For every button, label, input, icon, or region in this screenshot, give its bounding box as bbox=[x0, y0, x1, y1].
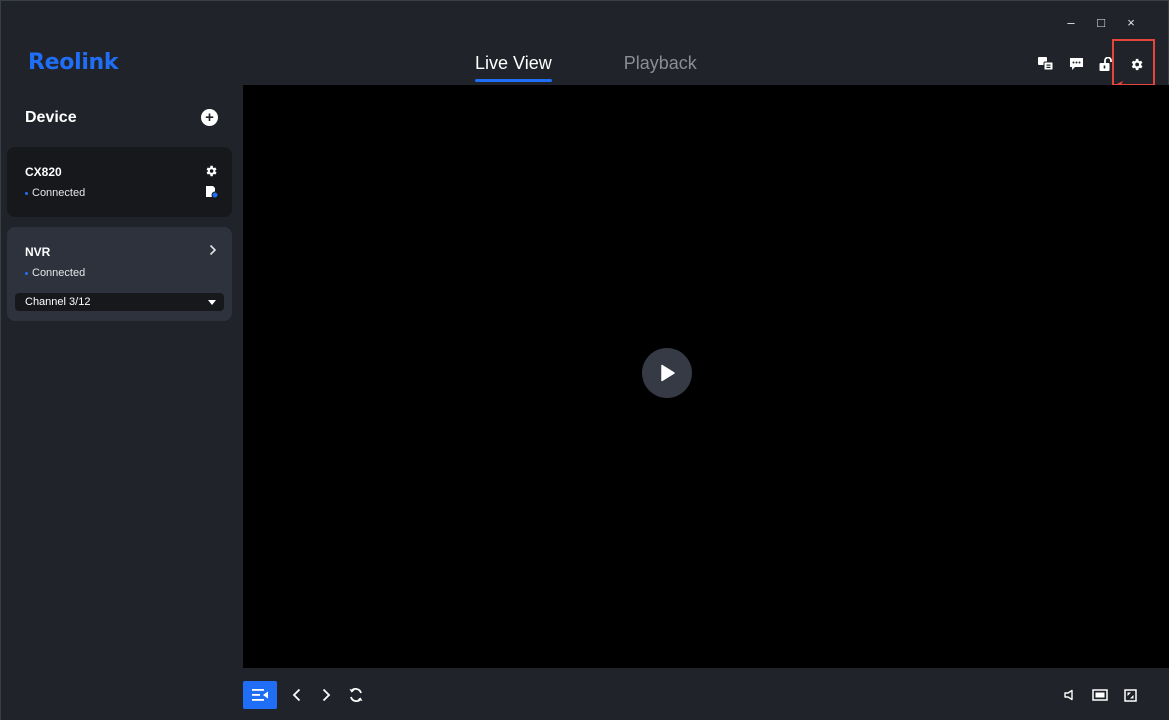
next-button[interactable] bbox=[312, 681, 340, 709]
main-tabs: Live View Playback bbox=[475, 53, 697, 83]
fullscreen-button[interactable] bbox=[1116, 681, 1144, 709]
tab-playback[interactable]: Playback bbox=[624, 53, 697, 83]
refresh-button[interactable] bbox=[342, 681, 370, 709]
device-status-label: Connected bbox=[32, 267, 86, 279]
toggle-list-button[interactable] bbox=[243, 681, 277, 709]
play-icon bbox=[661, 364, 675, 382]
status-dot-icon bbox=[25, 191, 28, 195]
refresh-icon bbox=[349, 688, 363, 702]
device-status: Connected bbox=[25, 187, 85, 199]
chevron-left-icon bbox=[292, 688, 301, 702]
close-button[interactable]: × bbox=[1116, 9, 1146, 35]
live-video-area[interactable] bbox=[243, 85, 1169, 668]
device-name: CX820 bbox=[25, 165, 62, 179]
list-collapse-icon bbox=[252, 689, 268, 701]
channel-select[interactable]: Channel 3/12 bbox=[15, 293, 224, 311]
device-card-cx820[interactable]: CX820 Connected bbox=[7, 147, 232, 217]
device-name: NVR bbox=[25, 245, 51, 259]
window-controls: – □ × bbox=[1056, 9, 1146, 35]
maximize-button[interactable]: □ bbox=[1086, 9, 1116, 35]
status-dot-icon bbox=[25, 271, 28, 275]
speaker-icon bbox=[1064, 689, 1073, 701]
play-button[interactable] bbox=[642, 348, 692, 398]
storage-card-icon bbox=[204, 185, 219, 199]
chevron-right-icon[interactable] bbox=[209, 244, 217, 259]
device-status: Connected bbox=[25, 267, 85, 279]
fullscreen-icon bbox=[1123, 688, 1137, 702]
add-device-button[interactable]: + bbox=[201, 109, 218, 126]
plus-icon: + bbox=[205, 109, 214, 126]
tab-live-view[interactable]: Live View bbox=[475, 53, 552, 83]
sidebar-title: Device bbox=[25, 109, 77, 126]
app-window: – □ × Reolink Live View Playback Device … bbox=[0, 0, 1169, 720]
previous-button[interactable] bbox=[283, 681, 311, 709]
device-status-label: Connected bbox=[32, 187, 86, 199]
caret-down-icon bbox=[208, 300, 216, 305]
device-settings-gear-icon[interactable] bbox=[204, 164, 218, 178]
screen-icon bbox=[1092, 689, 1108, 701]
minimize-button[interactable]: – bbox=[1056, 9, 1086, 35]
reolink-logo: Reolink bbox=[28, 50, 119, 75]
chevron-right-icon bbox=[322, 688, 331, 702]
channel-select-value: Channel 3/12 bbox=[25, 296, 91, 308]
device-card-nvr[interactable]: NVR Connected Channel 3/12 bbox=[7, 227, 232, 321]
screen-mode-button[interactable] bbox=[1086, 681, 1114, 709]
bottom-toolbar bbox=[243, 668, 1169, 720]
device-sidebar: Device + CX820 Connected NVR Connected C… bbox=[1, 85, 243, 720]
mute-button[interactable] bbox=[1055, 681, 1083, 709]
